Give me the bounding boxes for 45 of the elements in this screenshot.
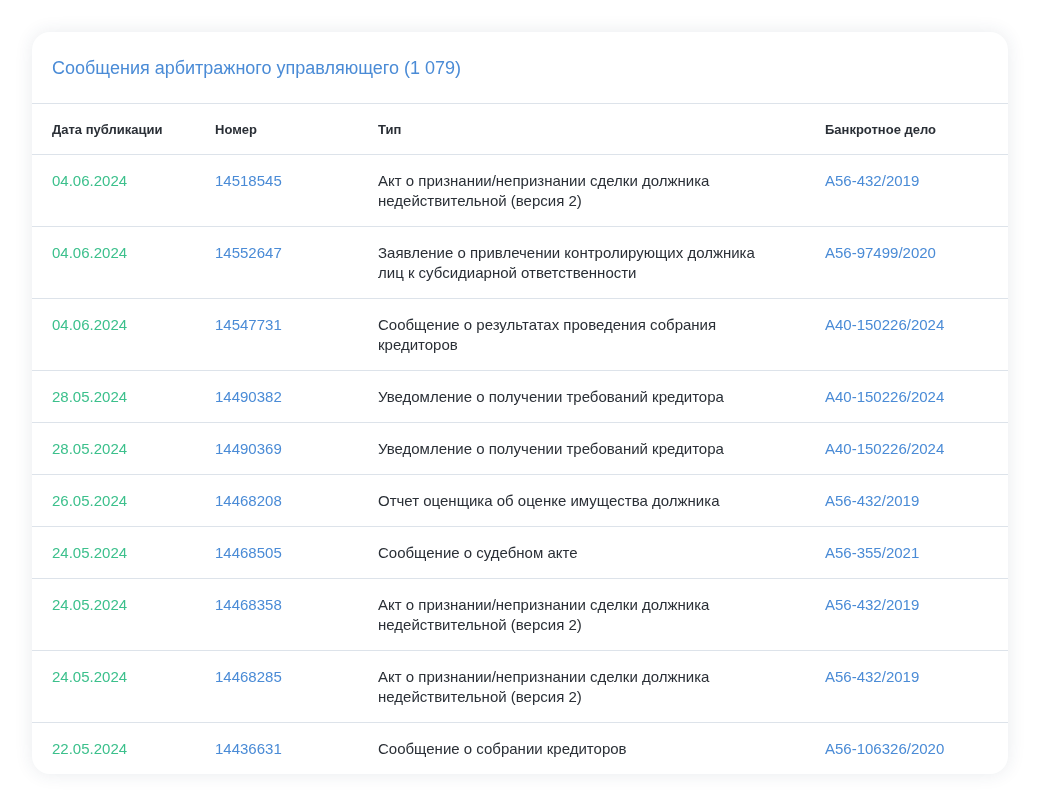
message-type-cell-text: Сообщение о собрании кредиторов <box>378 738 628 759</box>
message-number-link[interactable]: 14552647 <box>215 242 282 263</box>
date-cell-text: 28.05.2024 <box>52 386 129 407</box>
message-type-cell-text: Сообщение о судебном акте <box>378 542 579 563</box>
case-number-link[interactable]: А56-97499/2020 <box>825 242 936 263</box>
message-number-link[interactable]: 14468208 <box>215 490 282 511</box>
message-type-cell-text: Заявление о привлечении контролирующих должника лиц к субсидиарной ответственности <box>378 242 756 283</box>
message-number-link[interactable]: 14468505 <box>215 542 282 563</box>
case-number-link[interactable]: А40-150226/2024 <box>825 314 945 335</box>
message-number-link[interactable]: 14436631 <box>215 738 282 759</box>
column-header: Дата публикации <box>52 121 164 139</box>
message-type-cell-text: Отчет оценщика об оценке имущества должника <box>378 490 721 511</box>
message-type-cell-text: Уведомление о получении требований кредитора <box>378 386 725 407</box>
case-number-link[interactable]: А56-432/2019 <box>825 170 920 191</box>
case-number-link[interactable]: А40-150226/2024 <box>825 386 945 407</box>
message-number-link[interactable]: 14547731 <box>215 314 282 335</box>
case-number-link[interactable]: А40-150226/2024 <box>825 438 945 459</box>
message-type-cell-text: Уведомление о получении требований кредитора <box>378 438 725 459</box>
date-cell-text: 26.05.2024 <box>52 490 129 511</box>
case-number-link[interactable]: А56-432/2019 <box>825 490 920 511</box>
date-cell-text: 04.06.2024 <box>52 314 129 335</box>
date-cell-text: 04.06.2024 <box>52 170 129 191</box>
section-title: Сообщения арбитражного управляющего (1 079) <box>32 32 1008 104</box>
column-header: Банкротное дело <box>825 121 937 139</box>
case-number-link[interactable]: А56-106326/2020 <box>825 738 945 759</box>
date-cell-text: 22.05.2024 <box>52 738 129 759</box>
message-number-link[interactable]: 14468358 <box>215 594 282 615</box>
case-number-link[interactable]: А56-355/2021 <box>825 542 920 563</box>
date-cell-text: 24.05.2024 <box>52 666 129 687</box>
case-number-link[interactable]: А56-432/2019 <box>825 666 920 687</box>
date-cell-text: 04.06.2024 <box>52 242 129 263</box>
date-cell-text: 24.05.2024 <box>52 542 129 563</box>
message-type-cell-text: Акт о признании/непризнании сделки должника недействительной (версия 2) <box>378 170 711 211</box>
date-cell-text: 24.05.2024 <box>52 594 129 615</box>
column-header: Номер <box>215 121 258 139</box>
column-header: Тип <box>378 121 403 139</box>
case-number-link[interactable]: А56-432/2019 <box>825 594 920 615</box>
message-number-link[interactable]: 14490369 <box>215 438 282 459</box>
message-number-link[interactable]: 14518545 <box>215 170 282 191</box>
message-number-link[interactable]: 14468285 <box>215 666 282 687</box>
message-type-cell-text: Акт о признании/непризнании сделки должника недействительной (версия 2) <box>378 594 711 635</box>
message-type-cell-text: Акт о признании/непризнании сделки должника недействительной (версия 2) <box>378 666 711 707</box>
message-type-cell-text: Сообщение о результатах проведения собрания кредиторов <box>378 314 718 355</box>
date-cell-text: 28.05.2024 <box>52 438 129 459</box>
message-number-link[interactable]: 14490382 <box>215 386 282 407</box>
